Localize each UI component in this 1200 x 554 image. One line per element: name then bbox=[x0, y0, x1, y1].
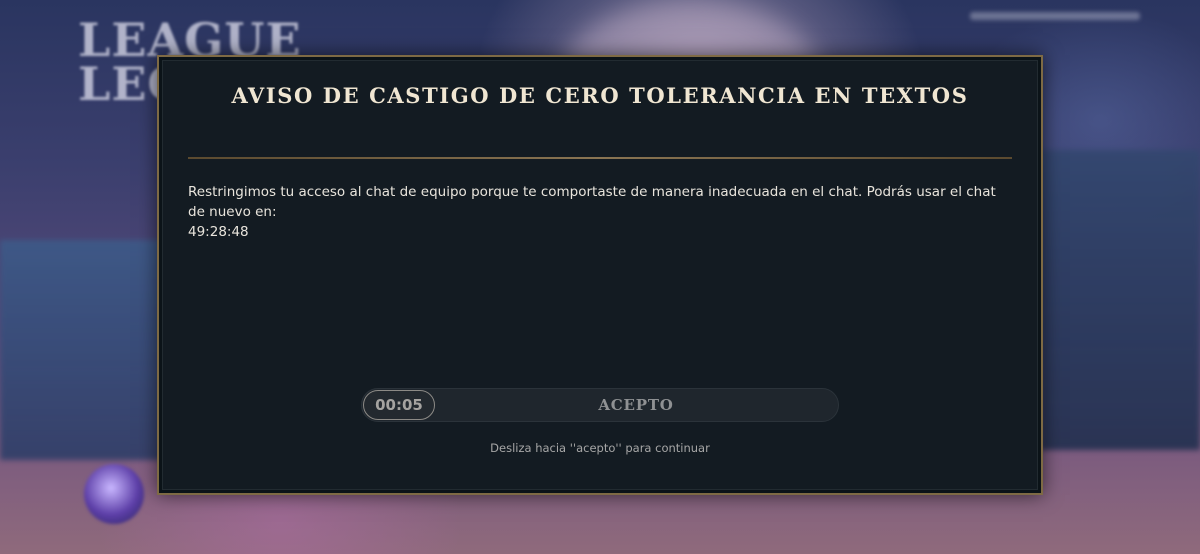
background-city-right bbox=[1040, 150, 1200, 450]
background-city-left bbox=[0, 240, 170, 460]
dialog-title: AVISO DE CASTIGO DE CERO TOLERANCIA EN T… bbox=[231, 83, 969, 108]
profile-avatar-icon bbox=[84, 464, 144, 524]
dialog-body: AVISO DE CASTIGO DE CERO TOLERANCIA EN T… bbox=[162, 60, 1038, 490]
slide-hint: Desliza hacia ''acepto'' para continuar bbox=[490, 441, 710, 455]
blurred-top-status-text bbox=[970, 12, 1140, 20]
game-client-screen: LEAGUE LEG AVISO DE CASTIGO DE CERO TOLE… bbox=[0, 0, 1200, 554]
accept-slider[interactable]: 00:05 ACEPTO bbox=[361, 388, 839, 422]
accept-label: ACEPTO bbox=[598, 396, 674, 414]
title-divider bbox=[188, 157, 1012, 159]
slider-handle-timer[interactable]: 00:05 bbox=[363, 390, 435, 420]
restriction-countdown: 49:28:48 bbox=[188, 224, 249, 240]
message-text: Restringimos tu acceso al chat de equipo… bbox=[188, 184, 996, 220]
penalty-notice-dialog: AVISO DE CASTIGO DE CERO TOLERANCIA EN T… bbox=[157, 55, 1043, 495]
penalty-message: Restringimos tu acceso al chat de equipo… bbox=[188, 182, 1012, 242]
